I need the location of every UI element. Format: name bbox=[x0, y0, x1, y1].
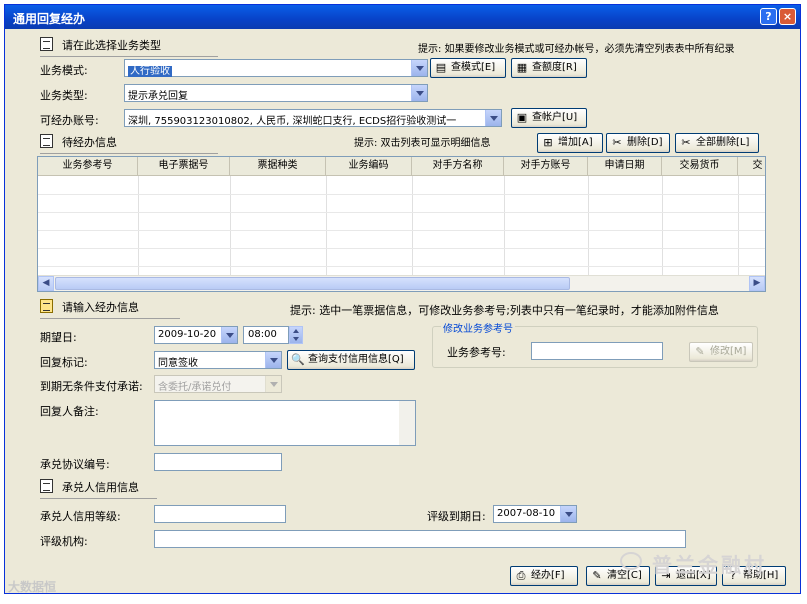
protocol-label: 承兑协议编号: bbox=[40, 458, 110, 471]
modify-button[interactable]: ✎ 修改[M] bbox=[689, 342, 753, 362]
commit-select[interactable]: 含委托/承诺兑付 bbox=[154, 375, 282, 393]
delete-all-button[interactable]: ✂ 全部删除[L] bbox=[675, 133, 759, 153]
search-icon: 🔍 bbox=[291, 353, 305, 366]
document-icon bbox=[40, 134, 53, 148]
delete-button[interactable]: ✂ 删除[D] bbox=[606, 133, 670, 153]
mode-select[interactable]: 人行验收 bbox=[124, 59, 428, 77]
chevron-down-icon bbox=[265, 376, 281, 392]
chevron-down-icon[interactable] bbox=[560, 506, 576, 522]
query-quota-button[interactable]: ▦ 查额度[R] bbox=[511, 58, 587, 78]
query-mode-button[interactable]: ▤ 查模式[E] bbox=[430, 58, 506, 78]
title-bar: 通用回复经办 ? × bbox=[5, 5, 800, 29]
horizontal-scrollbar[interactable]: ◀ ▶ bbox=[38, 275, 765, 291]
vertical-scrollbar[interactable] bbox=[399, 401, 415, 445]
clear-button[interactable]: ✎ 清空[C] bbox=[586, 566, 650, 586]
account-icon: ▣ bbox=[516, 111, 528, 124]
form-icon: ▤ bbox=[435, 61, 447, 74]
watermark-left: 大数据恒 bbox=[8, 580, 57, 594]
date-label: 期望日: bbox=[40, 331, 77, 344]
chevron-down-icon[interactable] bbox=[411, 85, 427, 101]
expire-label: 评级到期日: bbox=[427, 510, 486, 523]
column-header[interactable]: 业务参考号 bbox=[38, 157, 138, 176]
query-credit-button[interactable]: 🔍 查询支付信用信息[Q] bbox=[287, 350, 415, 370]
scroll-thumb[interactable] bbox=[55, 277, 570, 290]
chevron-down-icon[interactable] bbox=[485, 110, 501, 126]
modify-ref-group: 修改业务参考号 业务参考号: ✎ 修改[M] bbox=[432, 320, 758, 368]
print-icon: ⎙ bbox=[516, 569, 526, 582]
wechat-icon bbox=[620, 552, 642, 570]
help-icon[interactable]: ? bbox=[760, 8, 777, 25]
expire-picker[interactable]: 2007-08-10 bbox=[493, 505, 577, 523]
account-select[interactable]: 深圳, 755903123010802, 人民币, 深圳蛇口支行, ECDS招行… bbox=[124, 109, 502, 127]
pending-table[interactable]: 业务参考号 电子票据号 票据种类 业务编码 对手方名称 对手方账号 申请日期 交… bbox=[37, 156, 766, 292]
window-title: 通用回复经办 bbox=[13, 12, 86, 26]
date-picker[interactable]: 2009-10-20 bbox=[154, 326, 238, 344]
column-header[interactable]: 申请日期 bbox=[588, 157, 662, 176]
table-icon: ▦ bbox=[516, 61, 528, 74]
scroll-right-icon[interactable]: ▶ bbox=[749, 276, 765, 291]
grade-field[interactable] bbox=[154, 505, 286, 523]
ref-label: 业务参考号: bbox=[447, 346, 506, 359]
column-header[interactable]: 交易货币 bbox=[662, 157, 738, 176]
type-label: 业务类型: bbox=[40, 89, 88, 102]
remark-field[interactable] bbox=[154, 400, 416, 446]
reply-select[interactable]: 同意签收 bbox=[154, 351, 282, 369]
chevron-down-icon[interactable] bbox=[221, 327, 237, 343]
chevron-down-icon[interactable] bbox=[265, 352, 281, 368]
section-credit-title: 承兑人信用信息 bbox=[62, 481, 139, 494]
type-select[interactable]: 提示承兑回复 bbox=[124, 84, 428, 102]
pending-hint: 提示: 双击列表可显示明细信息 bbox=[354, 138, 491, 149]
section-input: 请输入经办信息 bbox=[40, 297, 180, 319]
column-header[interactable]: 交 bbox=[738, 157, 765, 176]
column-header[interactable]: 电子票据号 bbox=[138, 157, 230, 176]
protocol-field[interactable] bbox=[154, 453, 282, 471]
modify-ref-legend: 修改业务参考号 bbox=[441, 320, 515, 335]
add-button[interactable]: ⊞ 增加[A] bbox=[537, 133, 603, 153]
document-icon bbox=[40, 479, 53, 493]
section-business-type-title: 请在此选择业务类型 bbox=[62, 39, 161, 52]
scissors-icon: ✂ bbox=[612, 136, 622, 149]
column-header[interactable]: 对手方名称 bbox=[412, 157, 504, 176]
section-pending-title: 待经办信息 bbox=[62, 136, 117, 149]
account-label: 可经办账号: bbox=[40, 114, 99, 127]
ref-field[interactable] bbox=[531, 342, 663, 360]
chevron-down-icon[interactable] bbox=[411, 60, 427, 76]
agency-label: 评级机构: bbox=[40, 535, 88, 548]
section-input-title: 请输入经办信息 bbox=[62, 301, 139, 314]
add-icon: ⊞ bbox=[543, 136, 553, 149]
time-spinner[interactable] bbox=[289, 326, 303, 344]
watermark-right: 普兰金融村 bbox=[652, 553, 767, 577]
agency-field[interactable] bbox=[154, 530, 686, 548]
section-business-type: 请在此选择业务类型 bbox=[40, 35, 218, 57]
handle-button[interactable]: ⎙ 经办[F] bbox=[510, 566, 578, 586]
scissors-icon: ✂ bbox=[681, 136, 691, 149]
table-header: 业务参考号 电子票据号 票据种类 业务编码 对手方名称 对手方账号 申请日期 交… bbox=[38, 157, 765, 176]
edit-icon: ✎ bbox=[695, 345, 705, 358]
remark-label: 回复人备注: bbox=[40, 405, 99, 418]
scroll-left-icon[interactable]: ◀ bbox=[38, 276, 54, 291]
section-pending: 待经办信息 bbox=[40, 132, 218, 154]
reply-label: 回复标记: bbox=[40, 356, 88, 369]
top-hint: 提示: 如果要修改业务模式或可经办帐号，必须先清空列表表中所有纪录 bbox=[418, 44, 735, 55]
commit-label: 到期无条件支付承诺: bbox=[40, 380, 143, 393]
document-icon bbox=[40, 37, 53, 51]
eraser-icon: ✎ bbox=[592, 569, 602, 582]
input-hint: 提示: 选中一笔票据信息，可修改业务参考号;列表中只有一笔纪录时，才能添加附件信… bbox=[290, 304, 719, 317]
column-header[interactable]: 业务编码 bbox=[326, 157, 412, 176]
edit-icon bbox=[40, 299, 53, 313]
mode-label: 业务模式: bbox=[40, 64, 88, 77]
time-field[interactable]: 08:00 bbox=[243, 326, 289, 344]
close-icon[interactable]: × bbox=[779, 8, 796, 25]
column-header[interactable]: 对手方账号 bbox=[504, 157, 588, 176]
grade-label: 承兑人信用等级: bbox=[40, 510, 121, 523]
column-header[interactable]: 票据种类 bbox=[230, 157, 326, 176]
query-account-button[interactable]: ▣ 查帐户[U] bbox=[511, 108, 587, 128]
section-credit: 承兑人信用信息 bbox=[40, 477, 157, 499]
